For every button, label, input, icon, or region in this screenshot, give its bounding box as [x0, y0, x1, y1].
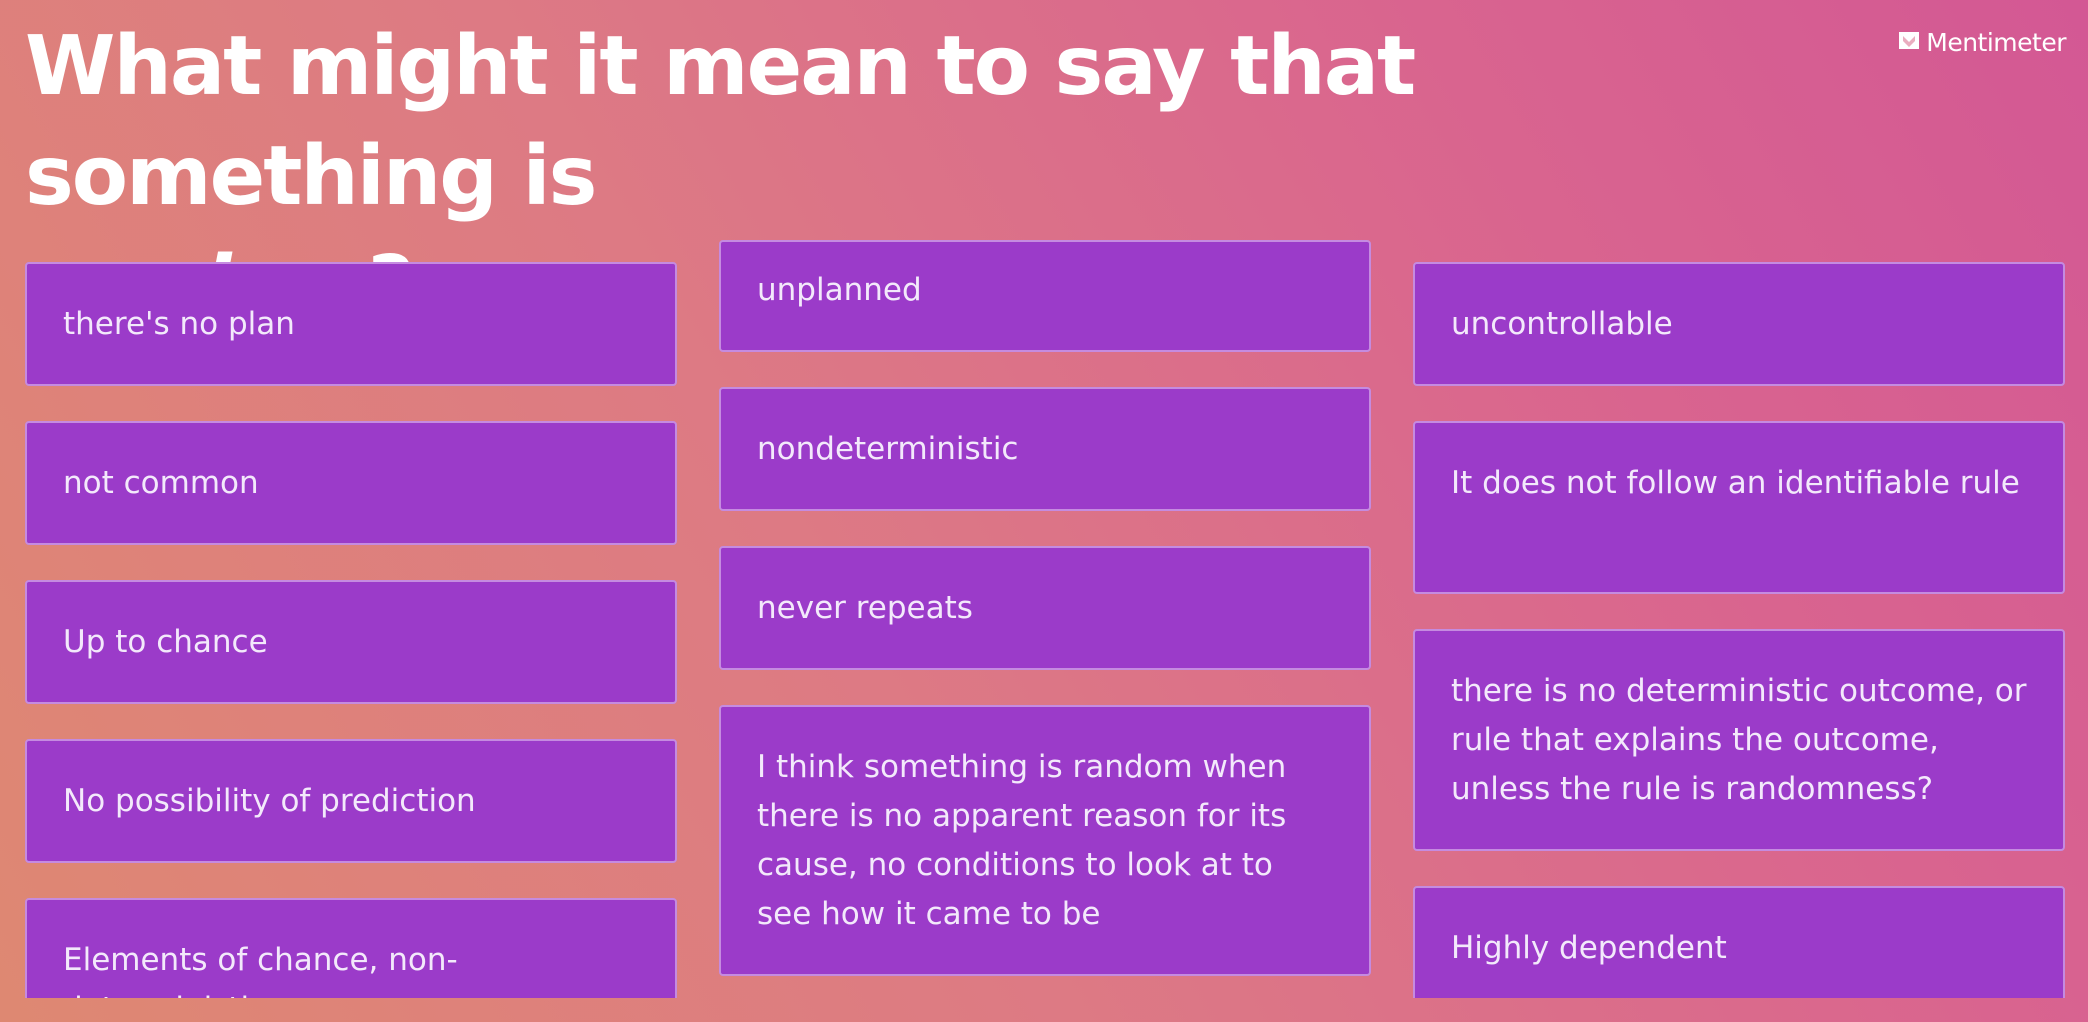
response-text: Elements of chance, non-deterministic [63, 942, 458, 998]
response-text: It does not follow an identifiable rule [1451, 465, 2020, 501]
response-text: Up to chance [63, 624, 268, 660]
response-card: uncontrollable [1413, 262, 2065, 386]
response-card: there is no deterministic outcome, or ru… [1413, 629, 2065, 851]
response-card: It does not follow an identifiable rule [1413, 421, 2065, 594]
response-card: nondeterministic [719, 387, 1371, 511]
response-text: there is no deterministic outcome, or ru… [1451, 673, 2027, 807]
response-card: Highly dependent [1413, 886, 2065, 998]
response-card: unplanned [719, 240, 1371, 352]
response-card: there's no plan [25, 262, 677, 386]
response-text: No possibility of prediction [63, 783, 476, 819]
response-text: Highly dependent [1451, 930, 1727, 966]
response-text: uncontrollable [1451, 306, 1673, 342]
responses-board: there's no plan not common Up to chance … [0, 0, 2088, 998]
response-text: nondeterministic [757, 431, 1019, 467]
response-text: not common [63, 465, 259, 501]
response-text: unplanned [757, 272, 922, 308]
response-text: there's no plan [63, 306, 295, 342]
response-card: No possibility of prediction [25, 739, 677, 863]
response-card: not common [25, 421, 677, 545]
response-text: I think something is random when there i… [757, 749, 1287, 932]
response-card: Elements of chance, non-deterministic [25, 898, 677, 998]
response-card: never repeats [719, 546, 1371, 670]
response-card: I think something is random when there i… [719, 705, 1371, 976]
response-card: Up to chance [25, 580, 677, 704]
response-text: never repeats [757, 590, 973, 626]
